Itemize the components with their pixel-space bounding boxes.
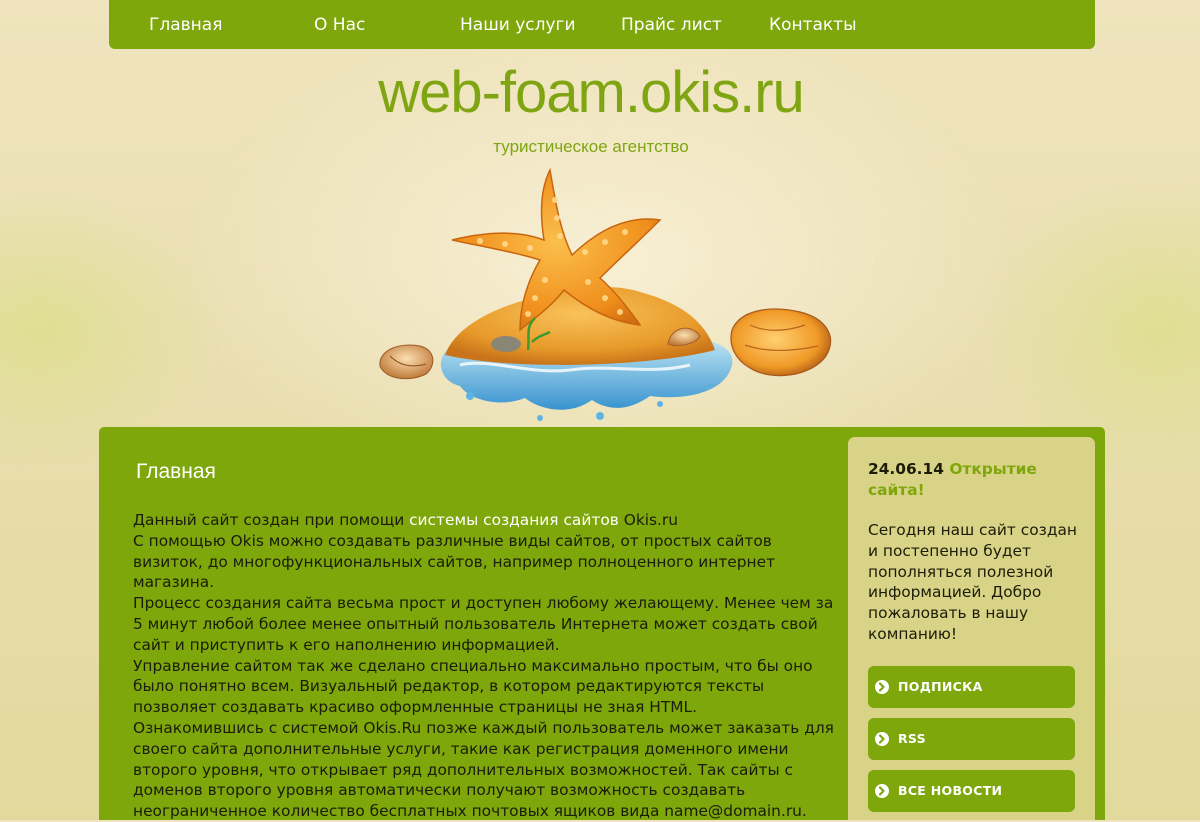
okis-link[interactable]: системы создания сайтов [409, 511, 619, 529]
news-text: Сегодня наш сайт создан и постепенно буд… [868, 521, 1077, 643]
all-news-label: ВСЕ НОВОСТИ [898, 783, 1003, 798]
subscribe-button[interactable]: ПОДПИСКА [868, 666, 1075, 708]
subscribe-label: ПОДПИСКА [898, 679, 983, 694]
arrow-circle-icon [875, 784, 889, 798]
page-heading: Главная [136, 460, 216, 483]
news-date: 24.06.14 [868, 460, 944, 478]
nav-item-home[interactable]: Главная [149, 14, 222, 36]
starfish-island-image [379, 167, 832, 421]
arrow-circle-icon [875, 732, 889, 746]
intro-suffix: Okis.ru [618, 511, 679, 529]
nav-item-about[interactable]: О Нас [314, 14, 365, 36]
content-area: Главная Данный сайт создан при помощи си… [99, 427, 1105, 820]
rss-button[interactable]: RSS [868, 718, 1075, 760]
site-title: web-foam.okis.ru [378, 60, 805, 125]
top-navigation: Главная О Нас Наши услуги Прайс лист Кон… [109, 0, 1095, 49]
text-paragraph: Ознакомившись с системой Okis.Ru позже к… [133, 718, 834, 821]
nav-item-services[interactable]: Наши услуги [460, 14, 576, 36]
nav-item-contacts[interactable]: Контакты [769, 14, 857, 36]
news-sidebar: 24.06.14 Открытие сайта! Сегодня наш сай… [848, 437, 1095, 820]
nav-item-prices[interactable]: Прайс лист [621, 14, 722, 36]
text-paragraph: С помощью Okis можно создавать различные… [133, 531, 776, 592]
text-paragraph: Управление сайтом так же сделано специал… [133, 656, 813, 717]
intro-prefix: Данный сайт создан при помощи [133, 511, 410, 529]
intro-paragraph: Данный сайт создан при помощи системы со… [133, 510, 838, 531]
main-text: Данный сайт создан при помощи системы со… [133, 510, 838, 822]
rss-label: RSS [898, 731, 926, 746]
site-subtitle: туристическое агентство [493, 137, 689, 156]
text-paragraph: Процесс создания сайта весьма прост и до… [133, 594, 834, 654]
news-header: 24.06.14 Открытие сайта! [868, 459, 1068, 500]
all-news-button[interactable]: ВСЕ НОВОСТИ [868, 770, 1075, 812]
arrow-circle-icon [875, 680, 889, 694]
